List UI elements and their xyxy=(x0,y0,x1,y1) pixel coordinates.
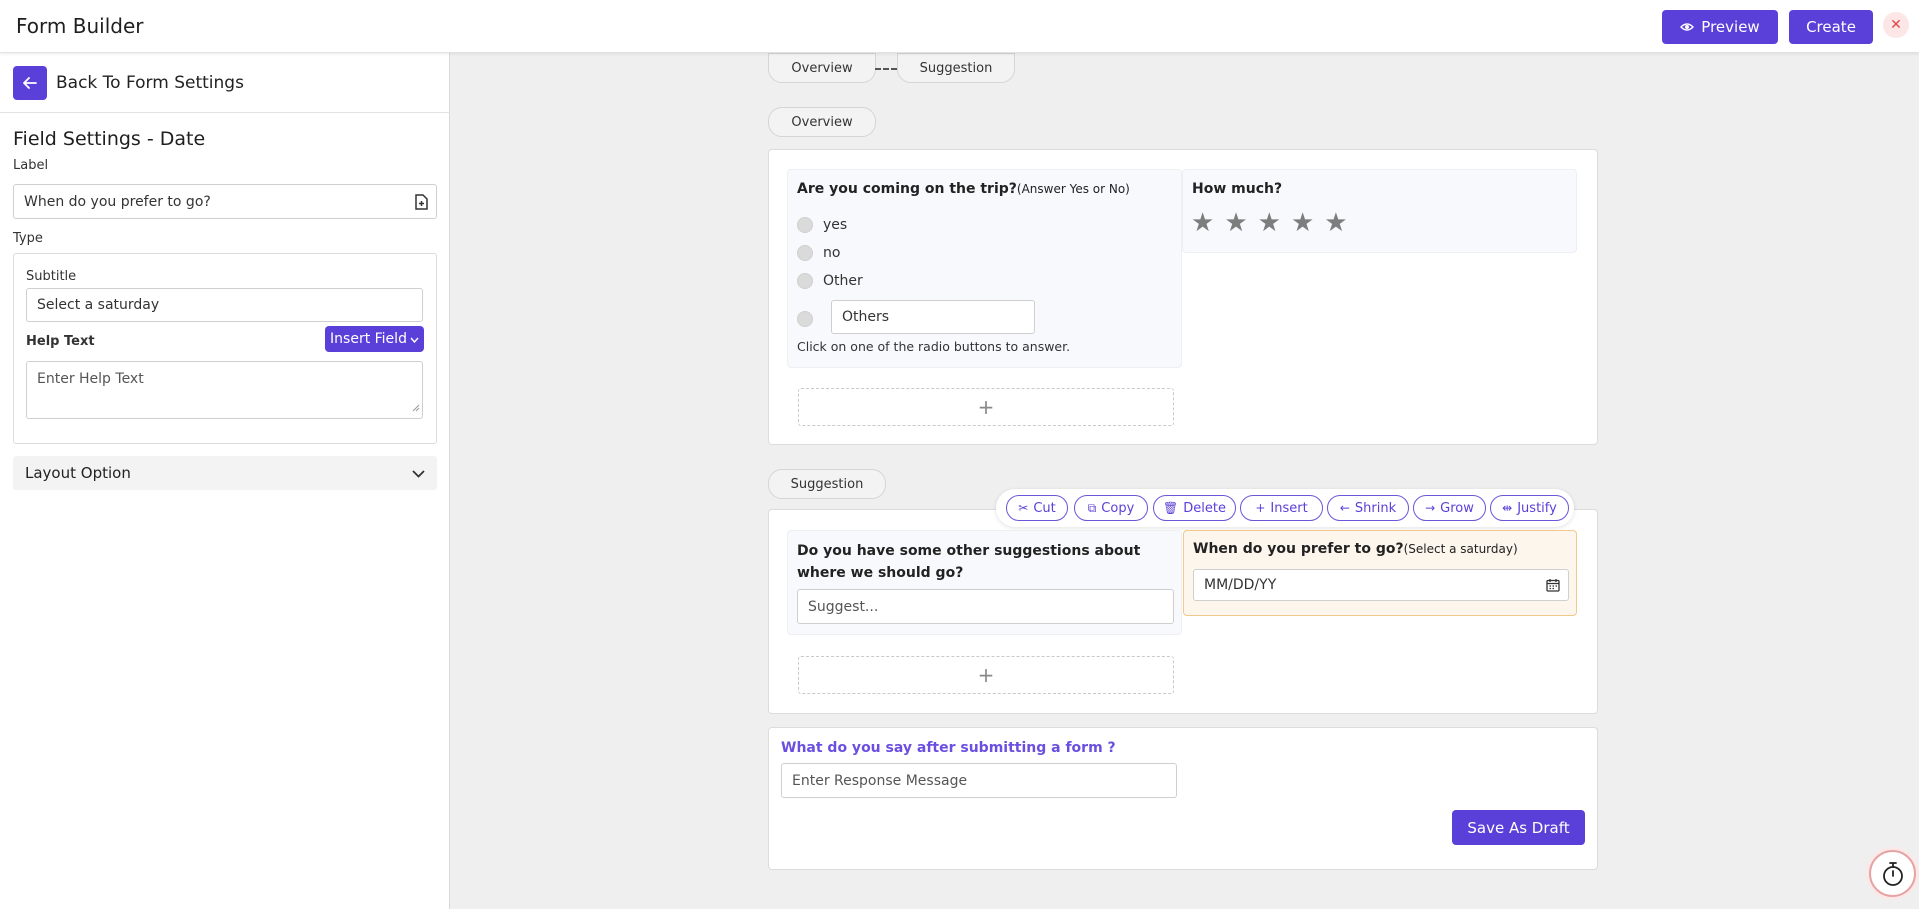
create-button[interactable]: Create xyxy=(1789,10,1873,44)
radio-button[interactable] xyxy=(797,273,813,289)
justify-button[interactable]: ⇹ Justify xyxy=(1490,495,1569,521)
arrow-left-icon: ← xyxy=(1339,501,1350,515)
step-tab-overview[interactable]: Overview xyxy=(768,53,876,83)
chevron-down-icon xyxy=(412,464,425,482)
back-button[interactable] xyxy=(13,66,47,100)
shrink-button[interactable]: ← Shrink xyxy=(1327,495,1409,521)
star-icon[interactable]: ★ xyxy=(1291,210,1314,236)
radio-help-text: Click on one of the radio buttons to ans… xyxy=(797,339,1071,354)
section-label-suggestion[interactable]: Suggestion xyxy=(768,469,886,499)
help-text-textarea[interactable]: Enter Help Text xyxy=(26,361,423,419)
date-placeholder: MM/DD/YY xyxy=(1204,577,1277,593)
chevron-down-icon xyxy=(410,331,419,347)
help-text-placeholder: Enter Help Text xyxy=(37,371,144,387)
star-icon[interactable]: ★ xyxy=(1324,210,1347,236)
star-icon[interactable]: ★ xyxy=(1224,210,1247,236)
plus-icon: + xyxy=(1255,501,1266,515)
star-rating[interactable]: ★ ★ ★ ★ ★ xyxy=(1191,210,1348,236)
layout-option-accordion[interactable]: Layout Option xyxy=(13,456,437,490)
stopwatch-icon[interactable] xyxy=(1869,850,1916,897)
section-label-overview[interactable]: Overview xyxy=(768,107,876,137)
text-question-title: Do you have some other suggestions about… xyxy=(797,543,1141,581)
calendar-icon[interactable] xyxy=(1546,578,1560,596)
suggestion-input[interactable]: Suggest... xyxy=(797,589,1174,624)
field-settings-panel: Back To Form Settings Field Settings - D… xyxy=(0,53,450,909)
type-settings-box: Subtitle Select a saturday Help Text Ins… xyxy=(13,253,437,444)
date-question-subtitle: (Select a saturday) xyxy=(1403,542,1518,556)
arrow-right-icon: → xyxy=(1425,501,1436,515)
date-input[interactable]: MM/DD/YY xyxy=(1193,569,1569,601)
radio-question-subtitle: (Answer Yes or No) xyxy=(1016,182,1130,196)
scissors-icon: ✂ xyxy=(1018,501,1029,515)
back-to-form-settings-link[interactable]: Back To Form Settings xyxy=(56,73,244,93)
subtitle-input[interactable]: Select a saturday xyxy=(26,288,423,322)
field-settings-title: Field Settings - Date xyxy=(13,128,206,150)
add-field-dropzone[interactable]: + xyxy=(798,656,1174,694)
rating-question-title: How much? xyxy=(1192,181,1283,197)
help-text-caption: Help Text xyxy=(26,334,95,349)
label-caption: Label xyxy=(13,158,49,173)
grow-button[interactable]: → Grow xyxy=(1413,495,1486,521)
type-caption: Type xyxy=(13,231,43,246)
other-option-input[interactable]: Others xyxy=(831,300,1035,334)
radio-button[interactable] xyxy=(797,217,813,233)
step-tab-suggestion[interactable]: Suggestion xyxy=(897,53,1015,83)
radio-button[interactable] xyxy=(797,311,813,327)
back-row: Back To Form Settings xyxy=(0,53,450,113)
insert-button[interactable]: + Insert xyxy=(1240,495,1323,521)
copy-button[interactable]: ⧉ Copy xyxy=(1074,495,1148,521)
top-header: Form Builder Preview Create ✕ xyxy=(0,0,1919,53)
cut-button[interactable]: ✂ Cut xyxy=(1006,495,1068,521)
preview-label: Preview xyxy=(1701,18,1760,36)
save-as-draft-button[interactable]: Save As Draft xyxy=(1452,810,1585,845)
star-icon[interactable]: ★ xyxy=(1191,210,1214,236)
response-message-label: What do you say after submitting a form … xyxy=(781,740,1116,756)
response-message-input[interactable]: Enter Response Message xyxy=(781,763,1177,798)
field-action-toolbar: ✂ Cut ⧉ Copy 🗑 Delete + Insert ← Shrink … xyxy=(996,489,1574,527)
insert-field-label: Insert Field xyxy=(330,331,407,347)
arrow-left-icon xyxy=(23,74,37,93)
insert-field-button[interactable]: Insert Field xyxy=(325,326,424,352)
subtitle-caption: Subtitle xyxy=(26,269,77,284)
close-icon[interactable]: ✕ xyxy=(1883,12,1909,38)
radio-button[interactable] xyxy=(797,245,813,261)
file-plus-icon[interactable] xyxy=(415,194,428,214)
copy-icon: ⧉ xyxy=(1087,500,1097,515)
radio-option[interactable]: Other xyxy=(797,273,863,289)
trash-icon: 🗑 xyxy=(1163,501,1179,515)
justify-icon: ⇹ xyxy=(1502,501,1513,515)
preview-button[interactable]: Preview xyxy=(1662,10,1778,44)
date-question-title: When do you prefer to go?(Select a satur… xyxy=(1193,541,1518,557)
star-icon[interactable]: ★ xyxy=(1258,210,1281,236)
app-title: Form Builder xyxy=(16,14,144,38)
step-connector xyxy=(875,68,897,70)
date-question-field-selected[interactable]: When do you prefer to go?(Select a satur… xyxy=(1183,530,1577,616)
label-value: When do you prefer to go? xyxy=(24,193,211,210)
radio-option[interactable]: yes xyxy=(797,217,847,233)
radio-question-title: Are you coming on the trip?(Answer Yes o… xyxy=(797,181,1130,197)
label-input[interactable]: When do you prefer to go? xyxy=(13,184,437,219)
add-field-dropzone[interactable]: + xyxy=(798,388,1174,426)
resize-grip-icon[interactable] xyxy=(412,400,420,416)
eye-icon xyxy=(1680,18,1695,36)
delete-button[interactable]: 🗑 Delete xyxy=(1153,495,1236,521)
radio-option[interactable]: no xyxy=(797,245,840,261)
layout-option-label: Layout Option xyxy=(25,464,131,482)
radio-option-other[interactable] xyxy=(797,311,813,327)
